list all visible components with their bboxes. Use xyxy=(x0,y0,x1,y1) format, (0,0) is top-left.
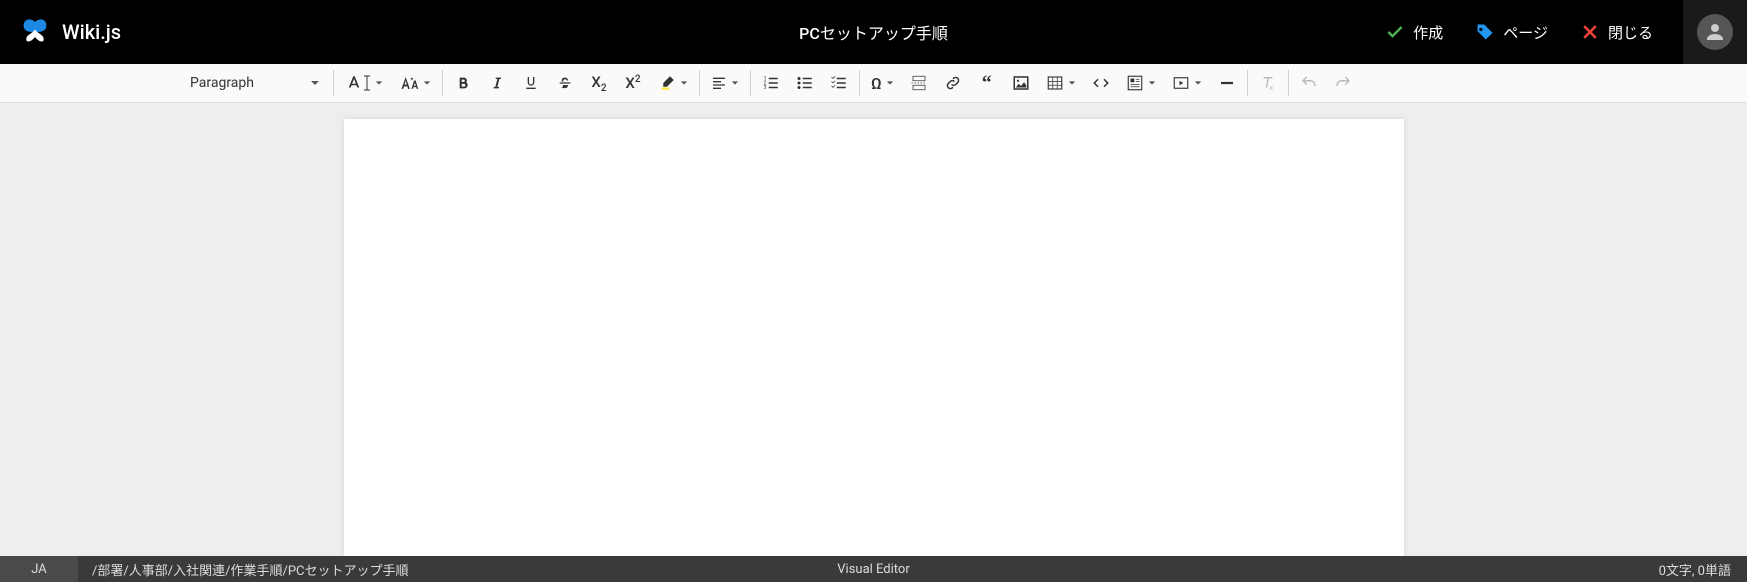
status-bar: JA /部署/人事部/入社関連/作業手順/PCセットアップ手順 Visual E… xyxy=(0,556,1747,582)
close-label: 閉じる xyxy=(1608,22,1653,43)
underline-icon xyxy=(523,75,539,91)
marker-icon xyxy=(658,74,676,92)
table-button[interactable] xyxy=(1038,64,1084,102)
chevron-down-icon xyxy=(423,79,431,87)
page-title: PCセットアップ手順 xyxy=(799,20,948,44)
align-left-icon xyxy=(711,75,727,91)
chevron-down-icon xyxy=(1148,79,1156,87)
avatar-section[interactable] xyxy=(1683,0,1747,64)
i-cursor-icon xyxy=(363,74,371,92)
undo-button[interactable] xyxy=(1292,64,1326,102)
template-icon xyxy=(1126,74,1144,92)
link-icon xyxy=(944,74,962,92)
bullet-list-button[interactable] xyxy=(788,64,822,102)
editor-toolbar: Paragraph X2 X2 123 Ω “ xyxy=(0,64,1747,103)
code-icon xyxy=(1092,74,1110,92)
redo-button[interactable] xyxy=(1326,64,1360,102)
strikethrough-icon xyxy=(557,75,573,91)
remove-format-button[interactable]: x xyxy=(1251,64,1285,102)
separator xyxy=(333,70,334,96)
bold-button[interactable] xyxy=(446,64,480,102)
numbered-list-button[interactable]: 123 xyxy=(754,64,788,102)
page-button[interactable]: ページ xyxy=(1461,14,1562,51)
italic-icon xyxy=(489,75,505,91)
chevron-down-icon xyxy=(310,78,320,88)
code-block-button[interactable] xyxy=(1084,64,1118,102)
highlight-button[interactable] xyxy=(650,64,696,102)
page-content[interactable] xyxy=(344,119,1404,556)
app-name: Wiki.js xyxy=(62,20,121,44)
media-embed-button[interactable] xyxy=(1164,64,1210,102)
header-actions: 作成 ページ 閉じる xyxy=(1371,0,1747,64)
align-button[interactable] xyxy=(703,64,747,102)
superscript-button[interactable]: X2 xyxy=(616,64,650,102)
separator xyxy=(442,70,443,96)
paragraph-style-label: Paragraph xyxy=(190,75,254,91)
list-ul-icon xyxy=(796,74,814,92)
check-icon xyxy=(1385,22,1405,42)
create-button[interactable]: 作成 xyxy=(1371,14,1457,51)
horizontal-rule-button[interactable] xyxy=(1210,64,1244,102)
separator xyxy=(1288,70,1289,96)
remove-format-icon: x xyxy=(1259,74,1277,92)
chevron-down-icon xyxy=(731,79,739,87)
undo-icon xyxy=(1300,74,1318,92)
chevron-down-icon xyxy=(1194,79,1202,87)
close-button[interactable]: 閉じる xyxy=(1566,14,1667,51)
chevron-down-icon xyxy=(886,79,894,87)
separator xyxy=(699,70,700,96)
font-family-button[interactable] xyxy=(337,64,391,102)
logo-section[interactable]: Wiki.js xyxy=(0,17,121,47)
font-size-button[interactable] xyxy=(391,64,439,102)
paragraph-style-select[interactable]: Paragraph xyxy=(180,64,330,102)
list-ol-icon: 123 xyxy=(762,74,780,92)
editor-canvas xyxy=(0,103,1747,556)
insert-template-button[interactable] xyxy=(1118,64,1164,102)
butterfly-icon xyxy=(20,17,50,47)
subscript-icon: X2 xyxy=(591,73,606,94)
italic-button[interactable] xyxy=(480,64,514,102)
page-path: /部署/人事部/入社関連/作業手順/PCセットアップ手順 xyxy=(78,560,408,579)
strikethrough-button[interactable] xyxy=(548,64,582,102)
todo-list-button[interactable] xyxy=(822,64,856,102)
superscript-icon: X2 xyxy=(625,74,640,92)
list-check-icon xyxy=(830,74,848,92)
create-label: 作成 xyxy=(1413,22,1443,43)
separator xyxy=(1247,70,1248,96)
page-break-icon xyxy=(910,74,928,92)
subscript-button[interactable]: X2 xyxy=(582,64,616,102)
bold-icon xyxy=(455,75,471,91)
quote-icon: “ xyxy=(982,72,992,95)
language-indicator[interactable]: JA xyxy=(0,556,78,582)
chevron-down-icon xyxy=(680,79,688,87)
font-size-icon xyxy=(399,74,419,92)
separator xyxy=(859,70,860,96)
redo-icon xyxy=(1334,74,1352,92)
app-header: Wiki.js PCセットアップ手順 作成 ページ 閉じる xyxy=(0,0,1747,64)
editor-mode: Visual Editor xyxy=(837,562,909,577)
tag-icon xyxy=(1475,22,1495,42)
hr-icon xyxy=(1218,74,1236,92)
user-avatar-icon xyxy=(1697,14,1733,50)
table-icon xyxy=(1046,74,1064,92)
omega-icon: Ω xyxy=(871,74,882,93)
blockquote-button[interactable]: “ xyxy=(970,64,1004,102)
svg-text:3: 3 xyxy=(764,85,767,91)
link-button[interactable] xyxy=(936,64,970,102)
font-icon xyxy=(345,74,363,92)
separator xyxy=(750,70,751,96)
svg-text:x: x xyxy=(1269,83,1273,92)
image-button[interactable] xyxy=(1004,64,1038,102)
special-char-button[interactable]: Ω xyxy=(863,64,902,102)
image-icon xyxy=(1012,74,1030,92)
page-label: ページ xyxy=(1503,22,1548,43)
word-count: 0文字, 0単語 xyxy=(1659,560,1747,579)
chevron-down-icon xyxy=(375,79,383,87)
page-break-button[interactable] xyxy=(902,64,936,102)
media-icon xyxy=(1172,74,1190,92)
underline-button[interactable] xyxy=(514,64,548,102)
chevron-down-icon xyxy=(1068,79,1076,87)
close-icon xyxy=(1580,22,1600,42)
